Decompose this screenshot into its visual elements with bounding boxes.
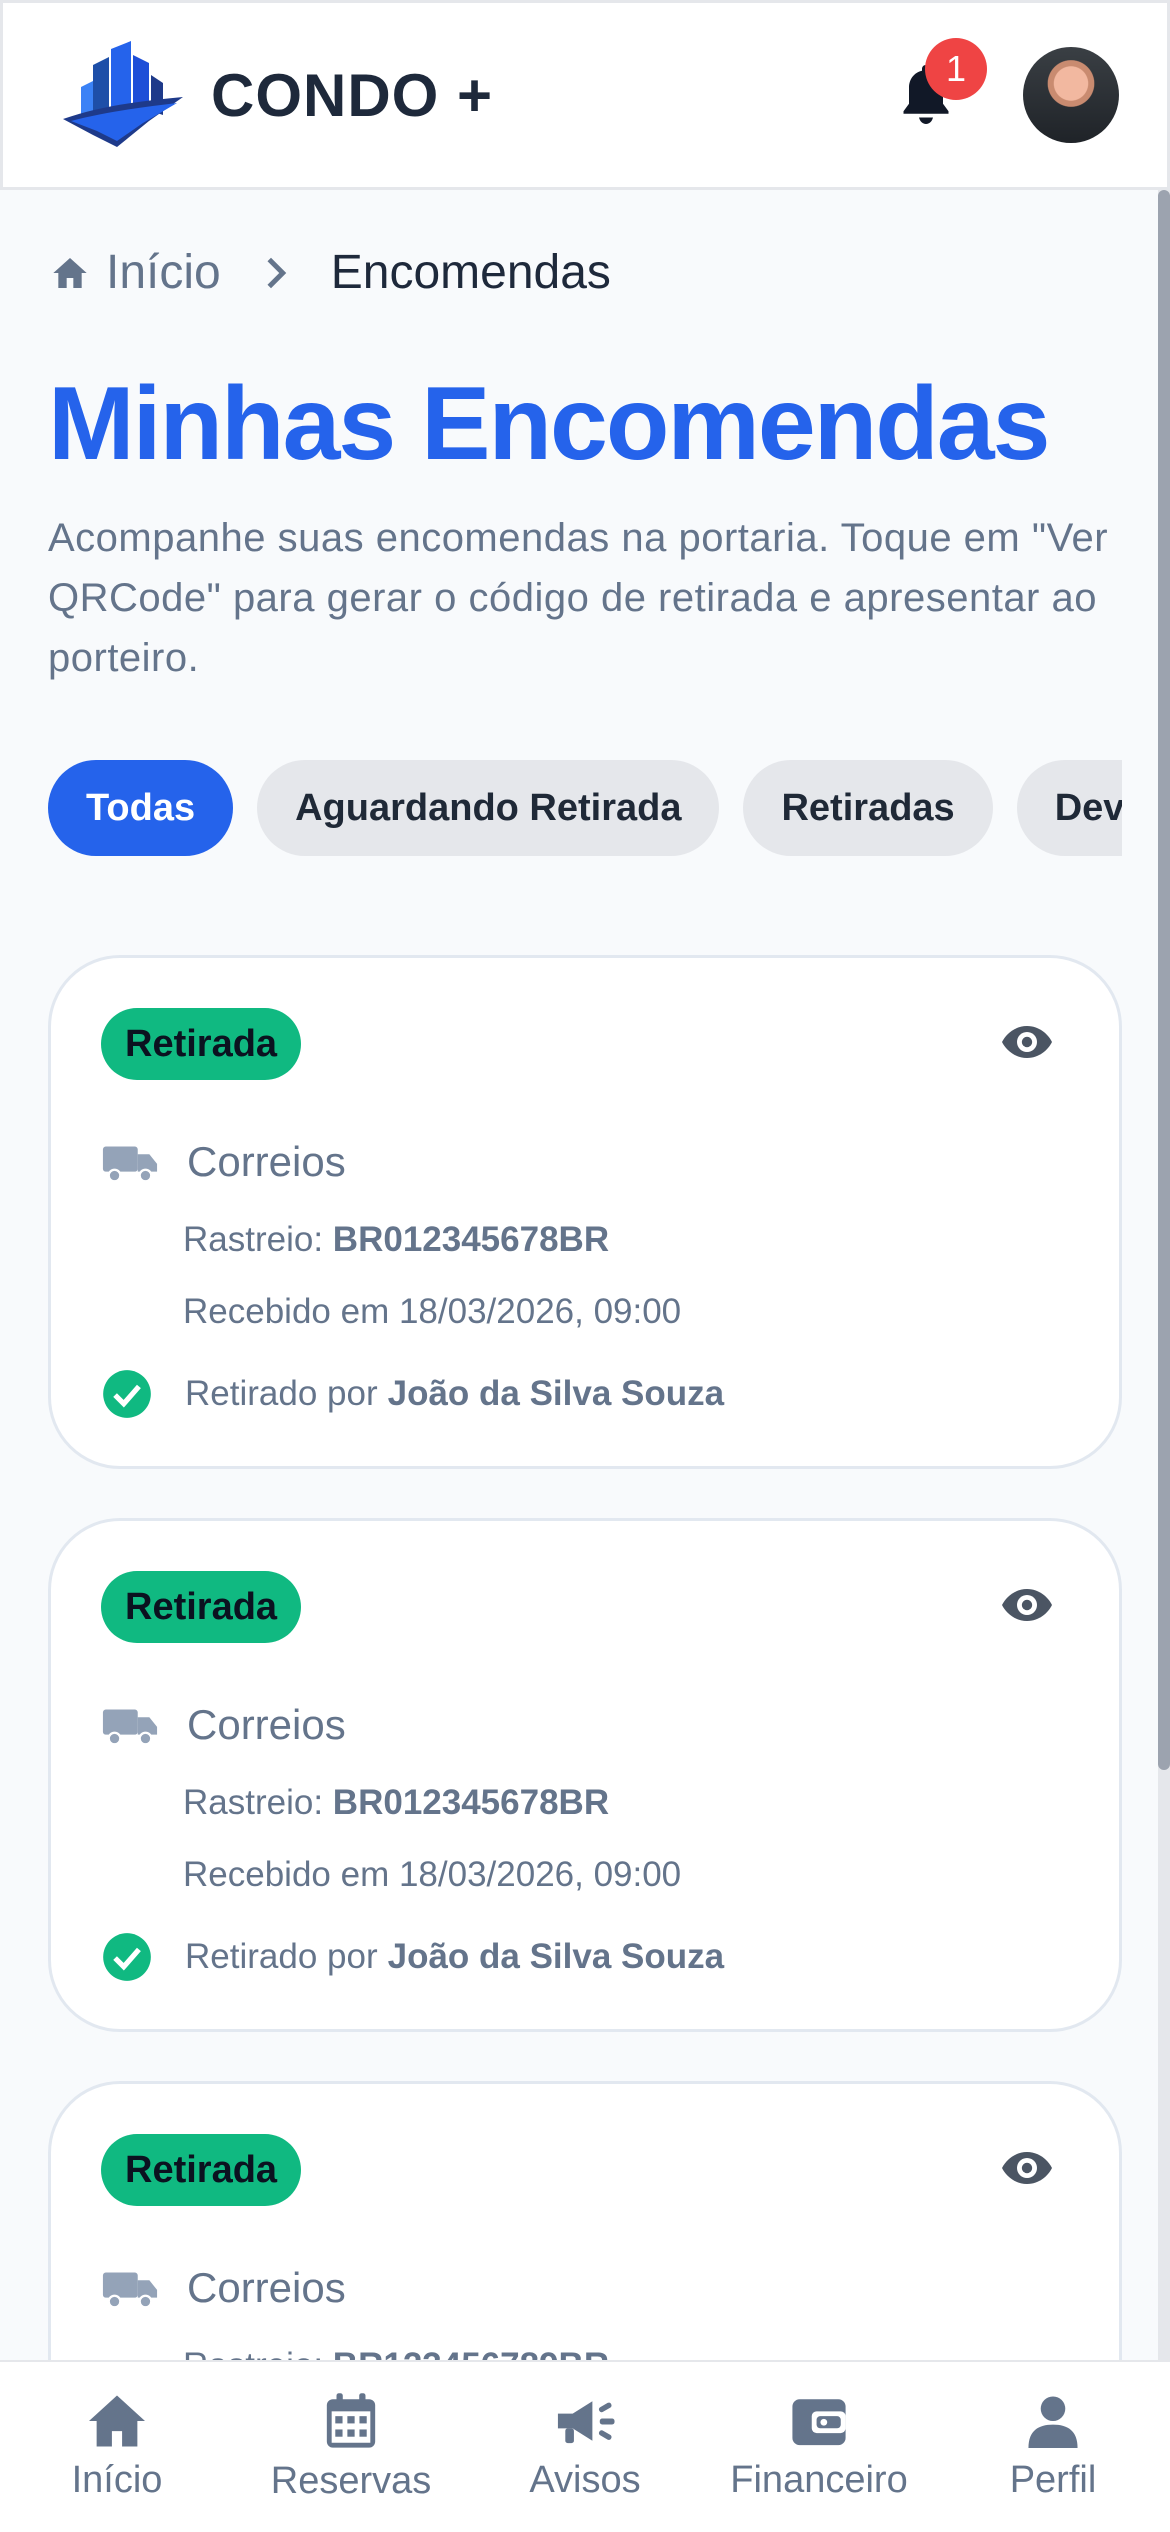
carrier-row: Correios: [101, 2264, 346, 2312]
nav-label: Reservas: [270, 2459, 432, 2502]
status-badge: Retirada: [101, 1008, 302, 1080]
tracking-line: Rastreio: BR012345678BR: [183, 1783, 609, 1823]
app-header: CONDO + 1: [0, 0, 1170, 190]
page-title: Minhas Encomendas: [48, 366, 1050, 482]
picked-up-by: João da Silva Souza: [387, 1374, 725, 1413]
nav-item-avisos[interactable]: Avisos: [475, 2393, 695, 2502]
check-circle-icon: [103, 1933, 151, 1981]
nav-item-reservas[interactable]: Reservas: [241, 2392, 461, 2503]
tracking-code: BR012345678BR: [332, 1783, 610, 1822]
tracking-label: Rastreio:: [183, 1220, 324, 1259]
notification-count-badge: 1: [925, 38, 987, 100]
carrier-name: Correios: [187, 2264, 346, 2311]
nav-label: Avisos: [529, 2458, 641, 2501]
carrier-name: Correios: [187, 1701, 346, 1748]
nav-label: Perfil: [1009, 2458, 1097, 2501]
home-icon: [53, 257, 87, 288]
package-card[interactable]: Retirada Correios Rastreio: BR012345678B…: [48, 1518, 1122, 2032]
view-qrcode-button[interactable]: [999, 1585, 1055, 1630]
breadcrumb-home-link[interactable]: Início: [50, 245, 221, 300]
brand-name: CONDO +: [211, 61, 494, 129]
tracking-code: BR012345678BR: [332, 1220, 610, 1259]
status-badge: Retirada: [101, 1571, 302, 1643]
filter-chip-devolvidas[interactable]: Devolvidas: [1016, 760, 1122, 856]
breadcrumb-current: Encomendas: [330, 246, 611, 299]
picked-up-by: João da Silva Souza: [387, 1937, 725, 1976]
received-date: Recebido em 18/03/2026, 09:00: [183, 1292, 682, 1331]
eye-icon: [1002, 2152, 1052, 2184]
truck-icon: [102, 1709, 158, 1746]
filter-chips: Todas Aguardando Retirada Retiradas Devo…: [48, 760, 1122, 860]
bottom-nav: Início Reservas Avisos Financeiro Perfil: [0, 2360, 1170, 2532]
status-badge: Retirada: [101, 2134, 302, 2206]
page-subtitle: Acompanhe suas encomendas na portaria. T…: [48, 516, 1109, 680]
tracking-line: Rastreio: BR012345678BR: [183, 1220, 609, 1260]
scrollbar-thumb[interactable]: [1158, 190, 1170, 1770]
eye-icon: [1002, 1026, 1052, 1058]
package-card[interactable]: Retirada Correios Rastreio: BR012345678B…: [48, 955, 1122, 1469]
picked-up-label: Retirado por: [185, 1374, 378, 1413]
check-circle-icon: [103, 1370, 151, 1418]
chevron-right-icon: [261, 255, 291, 291]
carrier-name: Correios: [187, 1138, 346, 1185]
nav-label: Financeiro: [730, 2458, 908, 2501]
truck-icon: [102, 2272, 158, 2309]
app-screen: CONDO + 1 Início Encomendas Minhas Encom…: [0, 0, 1170, 2532]
carrier-row: Correios: [101, 1138, 346, 1186]
filter-chip-aguardando[interactable]: Aguardando Retirada: [257, 760, 720, 856]
breadcrumb: Início Encomendas: [50, 245, 611, 300]
carrier-row: Correios: [101, 1701, 346, 1749]
filter-chip-todas[interactable]: Todas: [48, 760, 234, 856]
picked-up-label: Retirado por: [185, 1937, 378, 1976]
picked-up-row: Retirado por João da Silva Souza: [101, 1931, 724, 1983]
view-qrcode-button[interactable]: [999, 1022, 1055, 1067]
wallet-icon: [792, 2398, 846, 2445]
filter-chip-retiradas[interactable]: Retiradas: [743, 760, 993, 856]
notifications-button[interactable]: 1: [881, 38, 987, 140]
person-icon: [1028, 2395, 1078, 2448]
nav-item-financeiro[interactable]: Financeiro: [709, 2393, 929, 2502]
tracking-label: Rastreio:: [183, 1783, 324, 1822]
calendar-icon: [326, 2392, 376, 2448]
home-icon: [89, 2395, 145, 2446]
nav-item-perfil[interactable]: Perfil: [943, 2393, 1163, 2502]
eye-icon: [1002, 1589, 1052, 1621]
view-qrcode-button[interactable]: [999, 2148, 1055, 2193]
received-date: Recebido em 18/03/2026, 09:00: [183, 1855, 682, 1894]
building-logo-icon[interactable]: [51, 30, 191, 160]
nav-item-inicio[interactable]: Início: [7, 2393, 227, 2502]
megaphone-icon: [557, 2400, 615, 2443]
truck-icon: [102, 1146, 158, 1183]
avatar[interactable]: [1023, 47, 1119, 143]
picked-up-row: Retirado por João da Silva Souza: [101, 1368, 724, 1420]
nav-label: Início: [71, 2458, 163, 2501]
breadcrumb-home-label: Início: [106, 246, 221, 299]
